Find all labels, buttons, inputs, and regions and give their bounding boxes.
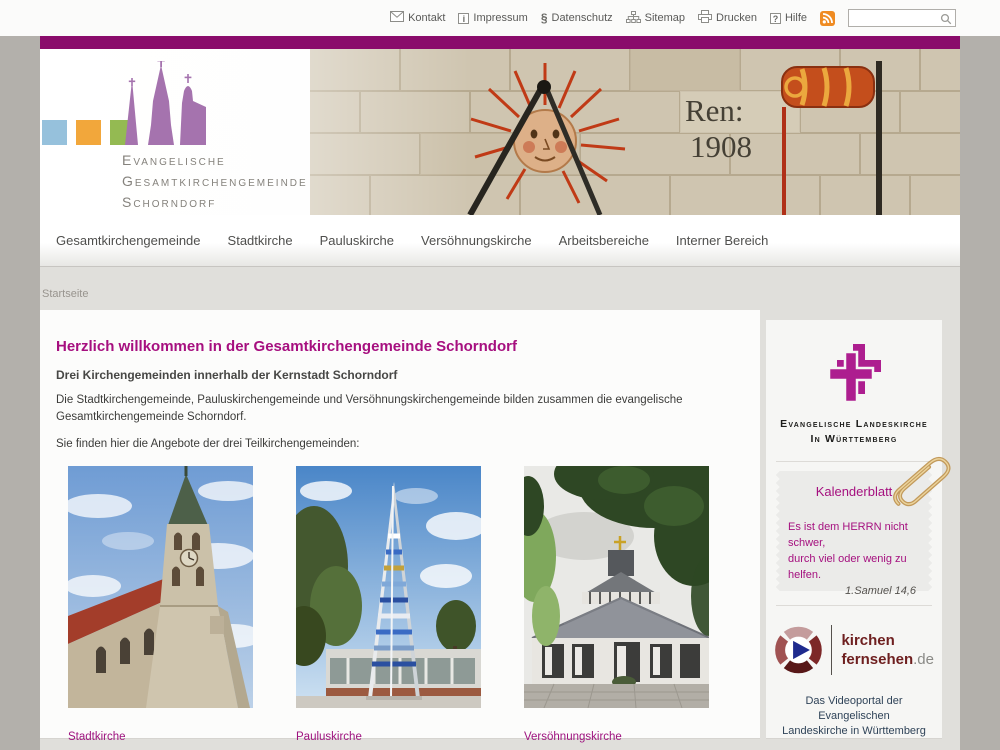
kirchenfernsehen-wordmark: kirchen fernsehen.de — [841, 631, 934, 669]
verse-line-1: Es ist dem HERRN nicht schwer, — [788, 519, 920, 551]
church-caption-row: Stadtkirche Pauluskirche Versöhnungskirc… — [56, 731, 744, 743]
sidebar: Evangelische Landeskirche In Württemberg… — [766, 320, 942, 739]
logo-square-orange — [76, 120, 101, 145]
stadtkirche-photo[interactable] — [68, 466, 253, 708]
kf-line-2: fernsehen.de — [841, 650, 934, 669]
church-teaser-row — [56, 466, 744, 708]
paragraph-icon: § — [541, 11, 548, 25]
kalenderblatt-reference: 1.Samuel 14,6 — [784, 585, 924, 597]
verse-line-2: durch viel oder wenig zu helfen. — [788, 551, 920, 583]
content-row: Herzlich willkommen in der Gesamtkirchen… — [40, 310, 960, 739]
lead-in-paragraph: Sie finden hier die Angebote der drei Te… — [56, 436, 744, 453]
logo-wordmark: Evangelische Gesamtkirchengemeinde Schor… — [122, 150, 308, 213]
svg-text:1908: 1908 — [690, 129, 752, 164]
sitemap-icon — [626, 11, 641, 26]
versoehnungskirche-teaser — [524, 466, 709, 708]
help-icon: ? — [770, 13, 781, 24]
pauluskirche-photo[interactable] — [296, 466, 481, 708]
help-label: Hilfe — [785, 12, 807, 24]
play-ring-icon — [774, 618, 823, 682]
landeskirche-cross-icon — [825, 340, 883, 402]
site-logo[interactable]: Evangelische Gesamtkirchengemeinde Schor… — [40, 49, 380, 215]
search-input[interactable] — [849, 11, 937, 25]
utility-bar: Kontakt i Impressum § Datenschutz Sitema… — [0, 0, 1000, 36]
stadtkirche-link[interactable]: Stadtkirche — [68, 731, 253, 743]
logo-square-blue — [42, 120, 67, 145]
logo-line-3: Schorndorf — [122, 192, 308, 213]
header-accent-bar — [40, 36, 960, 49]
sitemap-link[interactable]: Sitemap — [626, 11, 685, 26]
kirchenfernsehen-logo: kirchen fernsehen.de — [774, 618, 934, 682]
breadcrumb[interactable]: Startseite — [42, 288, 88, 300]
nav-item-stadtkirche[interactable]: Stadtkirche — [228, 233, 293, 248]
search-icon — [940, 13, 952, 25]
versoehnungskirche-link[interactable]: Versöhnungskirche — [524, 731, 709, 743]
privacy-label: Datenschutz — [552, 12, 613, 24]
church-silhouettes-icon — [122, 61, 214, 147]
print-label: Drucken — [716, 12, 757, 24]
kirchenfernsehen-caption: Das Videoportal der Evangelischen Landes… — [774, 694, 934, 739]
pauluskirche-link[interactable]: Pauluskirche — [296, 731, 481, 743]
logo-line-1: Evangelische — [122, 150, 308, 171]
contact-label: Kontakt — [408, 12, 445, 24]
main-navigation: Gesamtkirchengemeinde Stadtkirche Paulus… — [40, 215, 960, 267]
header-banner: Ren: 1908 — [40, 49, 960, 215]
mail-icon — [390, 11, 404, 25]
kalenderblatt-verse: Es ist dem HERRN nicht schwer, durch vie… — [784, 519, 924, 583]
imprint-label: Impressum — [473, 12, 527, 24]
kf-caption-line-1: Das Videoportal der Evangelischen — [774, 694, 934, 724]
contact-link[interactable]: Kontakt — [390, 11, 445, 25]
kf-caption-line-2: Landeskirche in Württemberg — [774, 724, 934, 739]
page-subtitle: Drei Kirchengemeinden innerhalb der Kern… — [56, 368, 744, 382]
logo-line-2: Gesamtkirchengemeinde — [122, 171, 308, 192]
sitemap-label: Sitemap — [645, 12, 685, 24]
nav-item-versoehnungskirche[interactable]: Versöhnungskirche — [421, 233, 532, 248]
landeskirche-wordmark: Evangelische Landeskirche In Württemberg — [766, 417, 942, 447]
help-link[interactable]: ? Hilfe — [770, 12, 807, 24]
kalenderblatt-widget: Kalenderblatt Es ist dem HERRN nicht sch… — [774, 471, 934, 591]
stadtkirche-teaser — [68, 466, 253, 708]
logo-divider-bar — [831, 625, 833, 675]
intro-paragraph: Die Stadtkirchengemeinde, Pauluskircheng… — [56, 392, 744, 426]
nav-item-interner-bereich[interactable]: Interner Bereich — [676, 233, 769, 248]
rss-icon[interactable] — [820, 11, 835, 26]
imprint-link[interactable]: i Impressum — [458, 12, 527, 24]
sidebar-divider — [776, 461, 932, 462]
landeskirche-logo[interactable]: Evangelische Landeskirche In Württemberg — [766, 320, 942, 447]
page-column: Ren: 1908 — [40, 36, 960, 750]
nav-item-pauluskirche[interactable]: Pauluskirche — [320, 233, 394, 248]
printer-icon — [698, 10, 712, 26]
pauluskirche-teaser — [296, 466, 481, 708]
landeskirche-line-1: Evangelische Landeskirche — [766, 417, 942, 432]
main-content: Herzlich willkommen in der Gesamtkirchen… — [40, 310, 760, 739]
kf-line-1: kirchen — [841, 631, 934, 650]
kirchenfernsehen-widget[interactable]: kirchen fernsehen.de Das Videoportal der… — [766, 606, 942, 739]
info-icon: i — [458, 13, 469, 24]
search-box — [848, 9, 956, 27]
versoehnungskirche-photo[interactable] — [524, 466, 709, 708]
landeskirche-line-2: In Württemberg — [766, 432, 942, 447]
privacy-link[interactable]: § Datenschutz — [541, 11, 613, 25]
svg-text:Ren:: Ren: — [685, 93, 744, 128]
page-title: Herzlich willkommen in der Gesamtkirchen… — [56, 338, 744, 355]
nav-item-gesamtkirchengemeinde[interactable]: Gesamtkirchengemeinde — [56, 233, 201, 248]
nav-item-arbeitsbereiche[interactable]: Arbeitsbereiche — [559, 233, 649, 248]
print-link[interactable]: Drucken — [698, 10, 757, 26]
